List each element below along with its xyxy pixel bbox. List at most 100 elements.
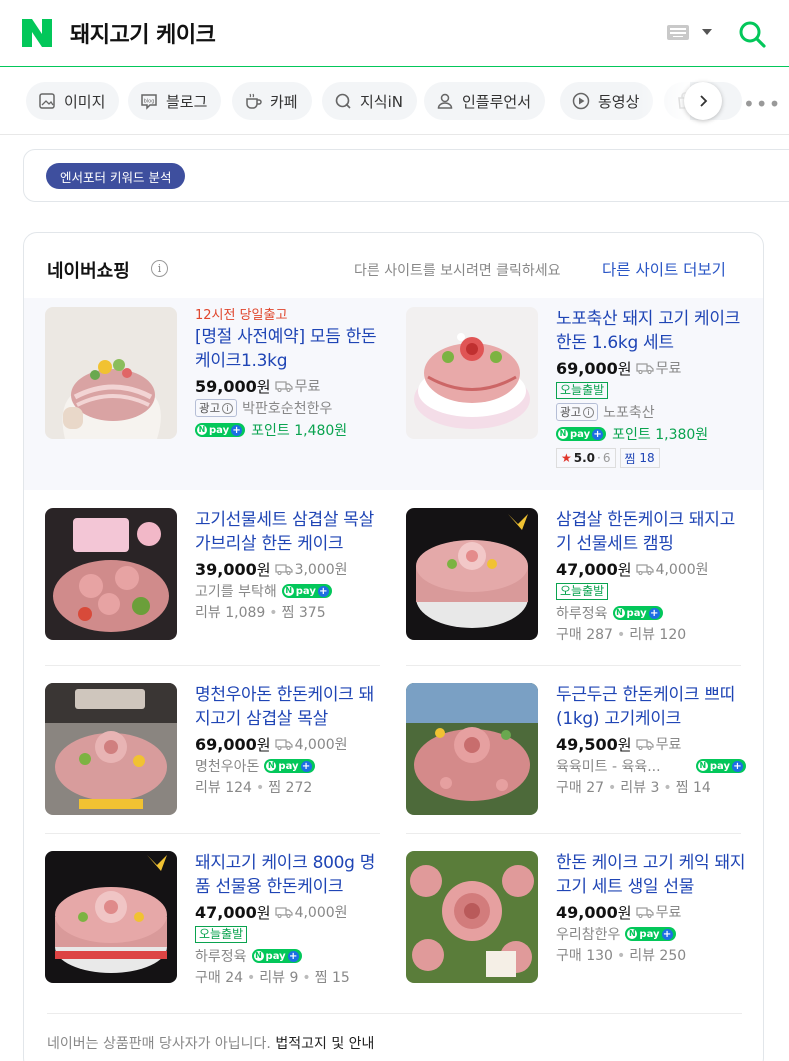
ad-label: 광고 — [199, 401, 221, 415]
product-thumbnail[interactable] — [406, 683, 538, 815]
truck-icon — [274, 564, 293, 575]
product-title[interactable]: 고기선물세트 삼겹살 목살 가브리살 한돈 케이크 — [195, 508, 385, 556]
tab-label: 이미지 — [64, 92, 106, 111]
currency: 원 — [256, 377, 271, 396]
truck-icon — [635, 564, 654, 575]
seller-name[interactable]: 박판호순천한우 — [242, 398, 332, 418]
rating-box[interactable]: ★ 5.0 · 6 — [556, 448, 616, 468]
seller-name[interactable]: 육육미트 - 육육... — [556, 756, 661, 776]
info-icon: i — [583, 406, 595, 418]
divider — [45, 665, 380, 666]
legal-notice: 네이버는 상품판매 당사자가 아닙니다. 법적고지 및 안내 — [47, 1033, 374, 1053]
search-tabs: 이미지 blog 블로그 카페 지식iN 인플루언서 동영상 ••• — [0, 68, 789, 135]
product-item[interactable]: 고기선물세트 삼겹살 목살 가브리살 한돈 케이크 39,000 원 3,000원… — [45, 508, 385, 668]
product-title[interactable]: 삼겹살 한돈케이크 돼지고기 선물세트 캠핑 — [556, 508, 746, 556]
npay-badge: Npay + — [695, 759, 746, 773]
ad-badge[interactable]: 광고 i — [195, 399, 238, 417]
price: 59,000 — [195, 376, 257, 396]
product-title[interactable]: 한돈 케이크 고기 케익 돼지고기 세트 생일 선물 — [556, 851, 746, 899]
product-thumbnail[interactable] — [406, 307, 538, 439]
truck-icon — [274, 739, 293, 750]
product-title[interactable]: 두근두근 한돈케이크 쁘띠(1kg) 고기케이크 — [556, 683, 746, 731]
seller-name[interactable]: 고기를 부탁해 — [195, 581, 277, 601]
stat: 구매 27 — [556, 780, 605, 796]
price: 49,500 — [556, 734, 618, 754]
shipping-fee: 4,000원 — [294, 737, 348, 753]
seller-name[interactable]: 하루정육 — [195, 946, 247, 966]
ad-badge[interactable]: 광고 i — [556, 403, 599, 421]
seller-name[interactable]: 명천우아돈 — [195, 756, 259, 776]
product-thumbnail[interactable] — [406, 851, 538, 983]
product-title[interactable]: 돼지고기 케이크 800g 명품 선물용 한돈케이크 — [195, 851, 385, 899]
tab-influencer[interactable]: 인플루언서 — [424, 82, 546, 120]
naver-logo[interactable] — [22, 19, 52, 47]
stat: 리뷰 1,089 — [195, 605, 266, 621]
tab-label: 동영상 — [598, 92, 640, 111]
stat: 찜 272 — [268, 780, 313, 796]
product-item[interactable]: 명천우아돈 한돈케이크 돼지고기 삼겹살 목살 69,000 원 4,000원 명… — [45, 683, 385, 843]
product-thumbnail[interactable] — [45, 307, 177, 439]
stat: 찜 14 — [675, 780, 711, 796]
chevron-down-icon[interactable] — [702, 29, 712, 35]
product-item[interactable]: 돼지고기 케이크 800g 명품 선물용 한돈케이크 47,000 원 4,000… — [45, 851, 385, 1011]
product-title[interactable]: 명천우아돈 한돈케이크 돼지고기 삼겹살 목살 — [195, 683, 385, 731]
blog-icon: blog — [141, 94, 157, 110]
kin-icon — [335, 93, 351, 109]
jjim-box[interactable]: 찜 18 — [619, 448, 660, 468]
product-stats: 구매 130 • 리뷰 250 — [556, 948, 687, 964]
price: 47,000 — [195, 902, 257, 922]
seller-name[interactable]: 노포축산 — [603, 402, 655, 422]
product-item[interactable]: 두근두근 한돈케이크 쁘띠(1kg) 고기케이크 49,500 원 무료 육육미트… — [406, 683, 746, 843]
truck-icon — [635, 907, 654, 918]
price: 49,000 — [556, 902, 618, 922]
tab-image[interactable]: 이미지 — [26, 82, 120, 120]
keyword-tool-box: 엔서포터 키워드 분석 — [23, 149, 789, 202]
image-icon — [39, 93, 55, 109]
product-thumbnail[interactable] — [45, 508, 177, 640]
seller-name[interactable]: 하루정육 — [556, 603, 608, 623]
info-icon[interactable]: i — [151, 260, 168, 277]
shipping-fee: 무료 — [294, 379, 321, 395]
shipping-fee: 무료 — [655, 361, 682, 377]
divider — [45, 833, 380, 834]
product-item[interactable]: 한돈 케이크 고기 케익 돼지고기 세트 생일 선물 49,000 원 무료 우리… — [406, 851, 746, 1011]
tabs-fade — [640, 68, 690, 134]
product-thumbnail[interactable] — [45, 683, 177, 815]
more-icon[interactable]: ••• — [743, 92, 781, 116]
product-title[interactable]: [명절 사전예약] 모듬 한돈 케이크1.3kg — [195, 325, 385, 373]
npay-badge: Npay + — [625, 927, 676, 941]
npay-badge: Npay + — [251, 949, 302, 963]
keyword-analysis-button[interactable]: 엔서포터 키워드 분석 — [46, 163, 186, 189]
product-item[interactable]: 노포축산 돼지 고기 케이크 한돈 1.6kg 세트 69,000 원 무료 오늘… — [406, 307, 746, 468]
person-icon — [437, 93, 453, 109]
npay-badge: Npay + — [195, 423, 246, 437]
product-stats: 구매 287 • 리뷰 120 — [556, 627, 687, 643]
product-thumbnail[interactable] — [406, 508, 538, 640]
chevron-right-icon — [700, 95, 708, 107]
search-query[interactable]: 돼지고기 케이크 — [70, 17, 216, 49]
truck-icon — [635, 739, 654, 750]
shipping-fee: 3,000원 — [294, 562, 348, 578]
stat: 리뷰 124 — [195, 780, 252, 796]
more-sites-link[interactable]: 다른 사이트 더보기 — [602, 258, 726, 280]
product-item[interactable]: 12시전 당일출고 [명절 사전예약] 모듬 한돈 케이크1.3kg 59,00… — [45, 307, 385, 467]
product-title[interactable]: 노포축산 돼지 고기 케이크 한돈 1.6kg 세트 — [556, 307, 746, 355]
search-icon[interactable] — [737, 19, 767, 49]
legal-link[interactable]: 법적고지 및 안내 — [275, 1036, 374, 1052]
today-shipping-badge: 오늘출발 — [195, 926, 248, 943]
keyboard-icon[interactable] — [667, 25, 689, 40]
tab-cafe[interactable]: 카페 — [232, 82, 312, 120]
truck-icon — [274, 907, 293, 918]
tab-blog[interactable]: blog 블로그 — [128, 82, 222, 120]
npay-badge: Npay + — [264, 759, 315, 773]
tab-kin[interactable]: 지식iN — [322, 82, 417, 120]
divider — [406, 833, 741, 834]
product-item[interactable]: 삼겹살 한돈케이크 돼지고기 선물세트 캠핑 47,000 원 4,000원 오늘… — [406, 508, 746, 668]
product-thumbnail[interactable] — [45, 851, 177, 983]
tabs-next-button[interactable] — [684, 82, 722, 120]
divider — [47, 1013, 742, 1014]
rating-value: 5.0 — [573, 451, 596, 465]
tab-label: 카페 — [270, 92, 298, 111]
currency: 원 — [256, 560, 271, 579]
seller-name[interactable]: 우리참한우 — [556, 924, 620, 944]
